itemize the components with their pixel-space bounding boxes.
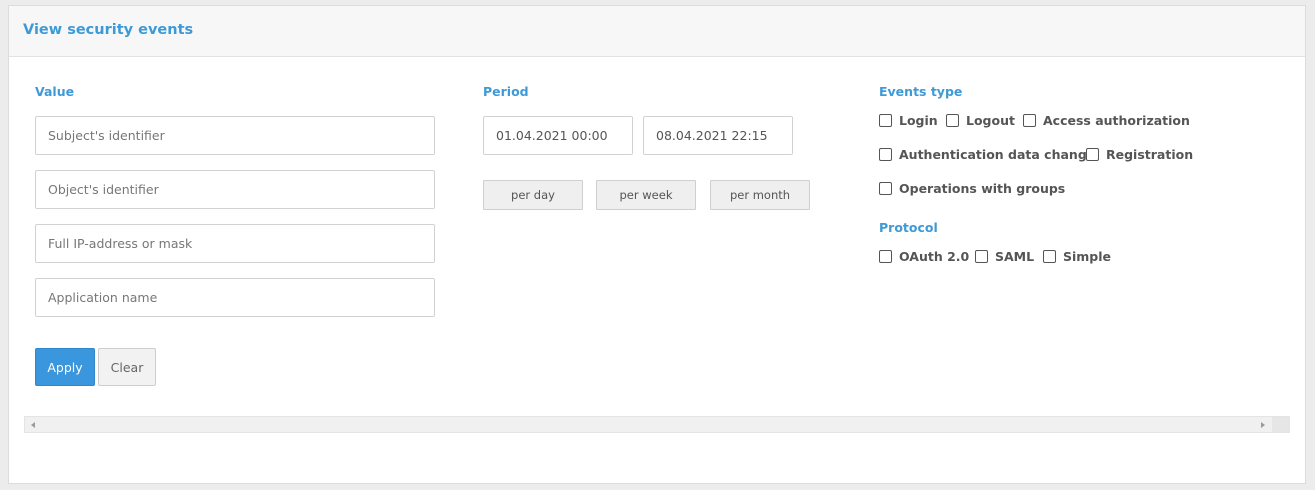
object-identifier-input[interactable] [35,170,435,209]
security-events-panel: View security events Value Apply Clear P… [8,5,1306,484]
checkbox-box[interactable] [879,250,892,263]
apply-button[interactable]: Apply [35,348,95,386]
checkbox-box[interactable] [879,114,892,127]
checkbox-label: OAuth 2.0 [899,249,970,264]
scroll-left-icon[interactable] [27,420,39,430]
checkbox-label: Login [899,113,938,128]
subject-identifier-input[interactable] [35,116,435,155]
period-section-label: Period [483,84,529,99]
per-month-button[interactable]: per month [710,180,810,210]
checkbox-box[interactable] [1086,148,1099,161]
checkbox-label: Authentication data change [899,147,1096,162]
period-from-input[interactable] [483,116,633,155]
checkbox-box[interactable] [946,114,959,127]
checkbox-box[interactable] [975,250,988,263]
ip-address-input[interactable] [35,224,435,263]
application-name-input[interactable] [35,278,435,317]
clear-button[interactable]: Clear [98,348,156,386]
events-type-section-label: Events type [879,84,963,99]
scrollbar-end-cap [1272,417,1289,432]
event-login-checkbox[interactable]: Login [879,113,938,128]
checkbox-label: Logout [966,113,1015,128]
checkbox-label: Simple [1063,249,1112,264]
protocol-simple-checkbox[interactable]: Simple [1043,249,1111,264]
scroll-right-icon[interactable] [1257,420,1269,430]
protocol-oauth-checkbox[interactable]: OAuth 2.0 [879,249,969,264]
value-section-label: Value [35,84,75,99]
event-registration-checkbox[interactable]: Registration [1086,147,1193,162]
checkbox-box[interactable] [879,148,892,161]
page-title: View security events [23,22,194,38]
per-day-button[interactable]: per day [483,180,583,210]
period-to-input[interactable] [643,116,793,155]
protocol-saml-checkbox[interactable]: SAML [975,249,1034,264]
event-auth-data-change-checkbox[interactable]: Authentication data change [879,147,1095,162]
checkbox-box[interactable] [1023,114,1036,127]
event-logout-checkbox[interactable]: Logout [946,113,1015,128]
horizontal-scrollbar[interactable] [24,416,1290,433]
panel-header: View security events [9,6,1305,57]
checkbox-label: SAML [995,249,1035,264]
checkbox-label: Operations with groups [899,181,1066,196]
event-access-authorization-checkbox[interactable]: Access authorization [1023,113,1190,128]
event-operations-with-groups-checkbox[interactable]: Operations with groups [879,181,1065,196]
checkbox-label: Access authorization [1043,113,1190,128]
per-week-button[interactable]: per week [596,180,696,210]
checkbox-box[interactable] [1043,250,1056,263]
checkbox-box[interactable] [879,182,892,195]
checkbox-label: Registration [1106,147,1194,162]
protocol-section-label: Protocol [879,220,938,235]
